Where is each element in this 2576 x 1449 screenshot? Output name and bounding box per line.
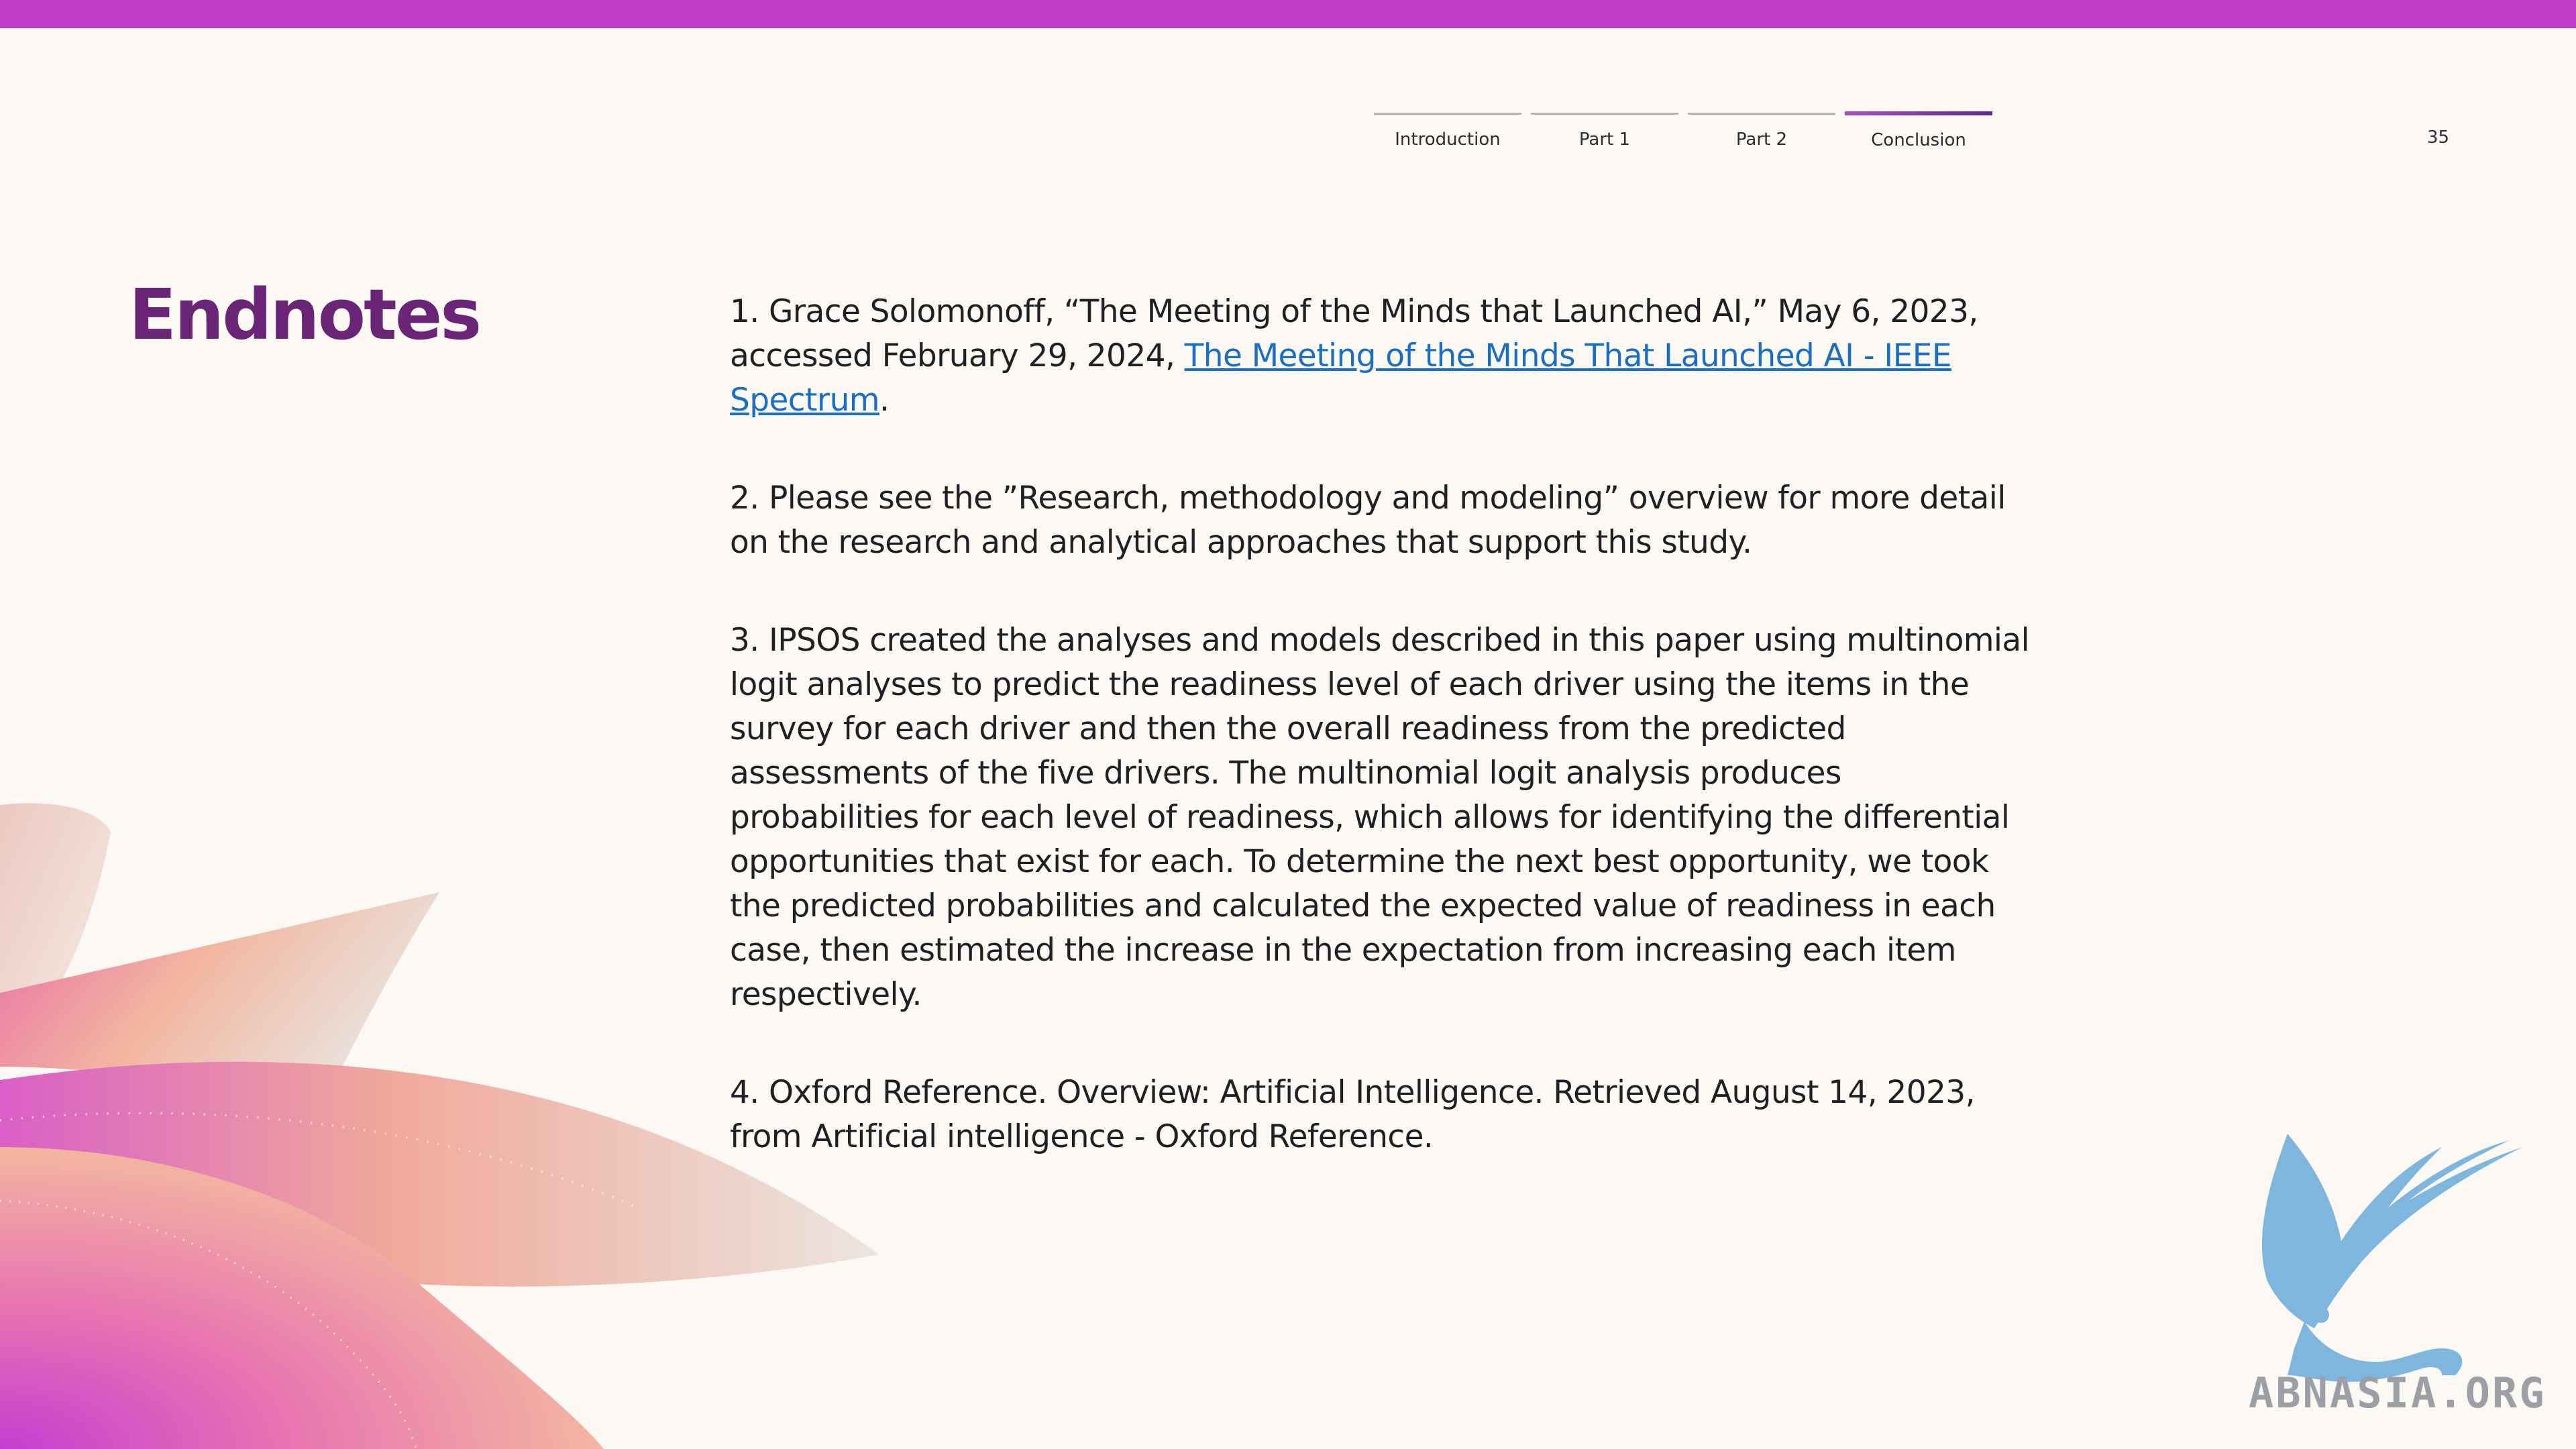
nav-progress-line: [1531, 113, 1678, 115]
nav-tab-conclusion[interactable]: Conclusion: [1845, 111, 1992, 150]
nav-tab-label: Part 2: [1735, 129, 1788, 150]
nav-progress-line: [1688, 113, 1835, 115]
nav-tab-label: Conclusion: [1871, 130, 1966, 150]
nav-tab-label: Introduction: [1395, 129, 1501, 150]
watermark-text: ABNASIA.ORG: [2249, 1368, 2546, 1417]
section-navigation: Introduction Part 1 Part 2 Conclusion: [1374, 111, 1992, 150]
endnote-1: 1. Grace Solomonoff, “The Meeting of the…: [730, 290, 2031, 423]
page-number: 35: [2427, 127, 2450, 148]
endnote-3: 3. IPSOS created the analyses and models…: [730, 622, 2030, 1013]
nav-progress-line-active: [1845, 111, 1992, 115]
endnote-punctuation: .: [879, 382, 890, 419]
page-title: Endnotes: [129, 274, 482, 356]
top-accent-bar: [0, 0, 2576, 28]
nav-tab-label: Part 1: [1578, 129, 1631, 150]
endnote-4: 4. Oxford Reference. Overview: Artificia…: [730, 1074, 1976, 1155]
endnotes-list: 1. Grace Solomonoff, “The Meeting of the…: [730, 290, 2031, 1213]
nav-tab-part-2[interactable]: Part 2: [1688, 113, 1835, 150]
nav-progress-line: [1374, 113, 1521, 115]
nav-tab-part-1[interactable]: Part 1: [1531, 113, 1678, 150]
nav-tab-introduction[interactable]: Introduction: [1374, 113, 1521, 150]
endnote-2: 2. Please see the ”Research, methodology…: [730, 480, 2006, 561]
